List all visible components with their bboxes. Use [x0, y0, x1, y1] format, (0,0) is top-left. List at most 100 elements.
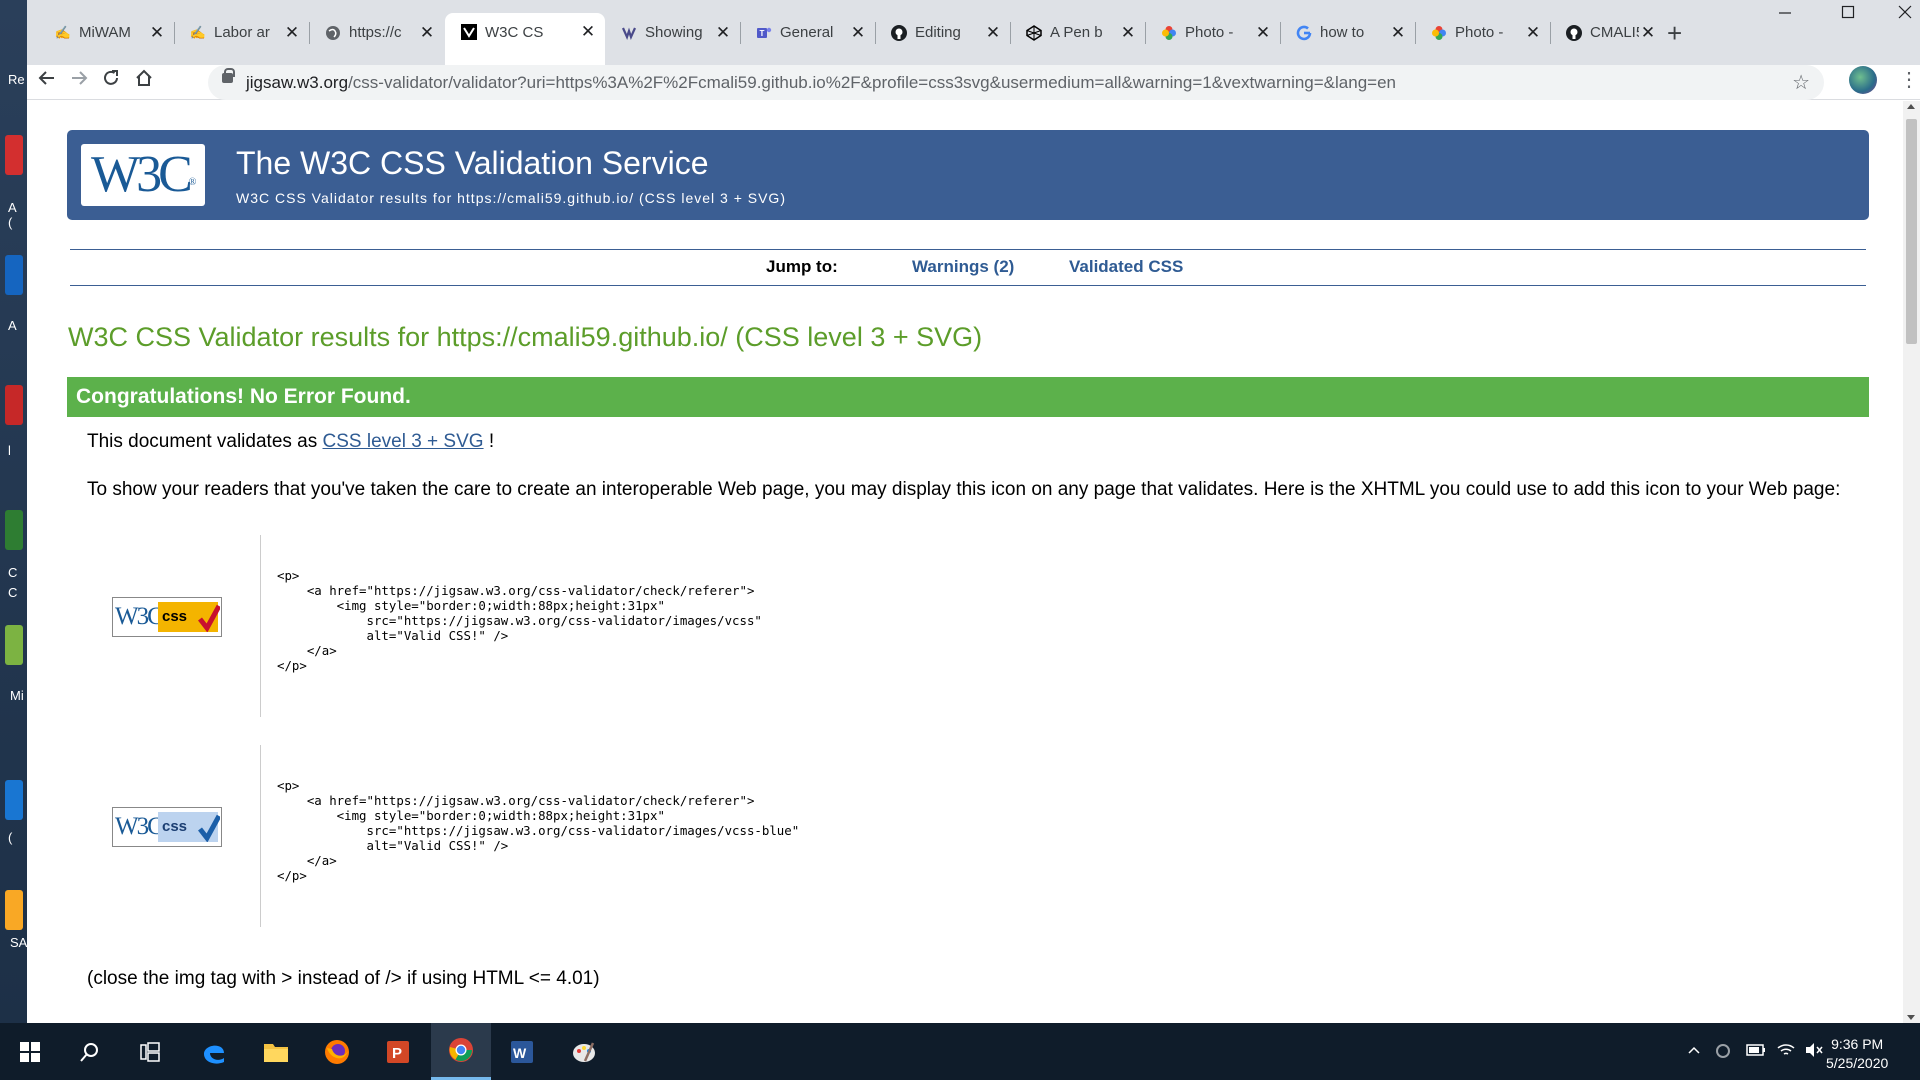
photos-icon — [1431, 25, 1447, 41]
show-hidden-icons-chevron[interactable] — [1686, 1042, 1702, 1063]
page-scrollbar[interactable] — [1903, 101, 1920, 1023]
bookmark-star-icon[interactable]: ☆ — [1792, 70, 1810, 95]
scroll-down-arrow[interactable] — [1907, 1015, 1915, 1020]
back-button[interactable] — [37, 68, 57, 94]
google-icon — [1296, 25, 1312, 41]
close-icon[interactable]: ✕ — [148, 23, 166, 43]
desktop-icon-1[interactable] — [5, 135, 23, 175]
close-icon[interactable]: ✕ — [1254, 23, 1272, 43]
lock-icon[interactable] — [222, 68, 235, 83]
close-icon[interactable]: ✕ — [714, 23, 732, 43]
tab-title: CMALI5 — [1590, 24, 1639, 41]
close-icon[interactable]: ✕ — [1639, 23, 1657, 43]
close-window-button[interactable] — [1897, 4, 1913, 25]
wifi-icon[interactable] — [1776, 1042, 1796, 1063]
forward-button[interactable] — [69, 68, 89, 94]
close-icon[interactable]: ✕ — [1389, 23, 1407, 43]
address-bar[interactable]: jigsaw.w3.org/css-validator/validator?ur… — [208, 65, 1824, 100]
windows-start-icon[interactable] — [0, 1023, 60, 1080]
tab-photo-2[interactable]: Photo - ✕ — [1415, 15, 1550, 50]
badge-w3c-text: W3C — [115, 813, 164, 840]
jump-warnings-link[interactable]: Warnings (2) — [912, 257, 1014, 277]
tab-title: W3C CS — [485, 23, 544, 41]
firefox-icon[interactable] — [307, 1023, 367, 1080]
tab-miwam[interactable]: ✍ MiWAM ✕ — [39, 15, 174, 50]
desktop-icon-7[interactable] — [5, 890, 23, 930]
hand-icon: ✍ — [54, 24, 72, 40]
close-icon[interactable]: ✕ — [418, 23, 436, 43]
badge-row-gold: W3C css <p> <a href="https://jigsaw.w3.o… — [87, 535, 1687, 717]
desktop-label: ( — [8, 830, 13, 845]
tab-general[interactable]: T General ✕ — [740, 15, 875, 50]
maximize-button[interactable] — [1840, 4, 1856, 25]
url-host: jigsaw.w3.org — [246, 73, 349, 92]
desktop-icon-5[interactable] — [5, 625, 23, 665]
desktop-icon-6[interactable] — [5, 780, 23, 820]
close-icon[interactable]: ✕ — [579, 22, 597, 42]
jump-validated-css-link[interactable]: Validated CSS — [1069, 257, 1183, 277]
clock-time: 9:36 PM — [1831, 1036, 1884, 1052]
badge-code-snippet: <p> <a href="https://jigsaw.w3.org/css-v… — [260, 535, 1560, 717]
browser-menu-icon[interactable]: ⋮ — [1899, 67, 1919, 92]
word-icon[interactable]: W — [492, 1023, 552, 1080]
clock-date: 5/25/2020 — [1826, 1055, 1889, 1071]
registered-mark: ® — [188, 177, 197, 188]
desktop-label: C — [8, 565, 18, 580]
tab-codepen[interactable]: A Pen b ✕ — [1010, 15, 1145, 50]
volume-muted-icon[interactable] — [1804, 1042, 1824, 1063]
paint-icon[interactable] — [554, 1023, 614, 1080]
tab-title: https://c — [349, 24, 402, 41]
close-icon[interactable]: ✕ — [1119, 23, 1137, 43]
home-button[interactable] — [134, 68, 154, 94]
results-heading: W3C CSS Validator results for https://cm… — [68, 322, 983, 352]
desktop-icon-4[interactable] — [5, 510, 23, 550]
tab-https[interactable]: https://c ✕ — [309, 15, 444, 50]
valid-css-blue-badge[interactable]: W3C css — [112, 807, 222, 847]
minimize-button[interactable] — [1777, 4, 1793, 25]
edge-icon[interactable] — [184, 1023, 244, 1080]
task-view-icon[interactable] — [120, 1023, 180, 1080]
sync-status-icon[interactable] — [1714, 1042, 1732, 1065]
desktop-icon-3[interactable] — [5, 385, 23, 425]
windows-taskbar: P W 9:36 PM 5/25/2020 — [0, 1023, 1920, 1080]
battery-icon[interactable] — [1746, 1042, 1766, 1063]
scrollbar-thumb[interactable] — [1906, 119, 1917, 344]
desktop-icon-2[interactable] — [5, 255, 23, 295]
valid-css-badge[interactable]: W3C css — [112, 597, 222, 637]
chrome-icon[interactable] — [431, 1023, 491, 1080]
address-bar-url: jigsaw.w3.org/css-validator/validator?ur… — [246, 73, 1396, 93]
success-banner: Congratulations! No Error Found. — [67, 377, 1869, 417]
close-icon[interactable]: ✕ — [984, 23, 1002, 43]
codepen-icon — [1026, 24, 1042, 41]
desktop-label: Re — [8, 72, 25, 87]
jump-nav: Jump to: Warnings (2) Validated CSS — [70, 249, 1866, 286]
new-tab-button[interactable]: + — [1667, 18, 1682, 49]
tab-labor[interactable]: ✍ Labor ar ✕ — [174, 15, 309, 50]
reload-button[interactable] — [101, 68, 121, 94]
close-icon[interactable]: ✕ — [283, 23, 301, 43]
search-icon[interactable] — [60, 1023, 120, 1080]
tab-showing[interactable]: Showing ✕ — [605, 15, 740, 50]
w3c-icon — [461, 24, 477, 40]
file-explorer-icon[interactable] — [246, 1023, 306, 1080]
close-icon[interactable]: ✕ — [1524, 23, 1542, 43]
tab-cmali[interactable]: CMALI5 ✕ — [1550, 15, 1665, 50]
scroll-up-arrow[interactable] — [1907, 104, 1915, 109]
desktop-label: A — [8, 200, 17, 215]
badge-instructions: To show your readers that you've taken t… — [87, 479, 1841, 500]
tab-w3c-css-active[interactable]: W3C CS ✕ — [445, 13, 605, 65]
chrome-window: ✍ MiWAM ✕ ✍ Labor ar ✕ https://c ✕ W3C C… — [27, 0, 1920, 1023]
system-clock[interactable]: 9:36 PM 5/25/2020 — [1826, 1035, 1888, 1073]
profile-avatar[interactable] — [1849, 66, 1877, 94]
close-icon[interactable]: ✕ — [849, 23, 867, 43]
css-level-link[interactable]: CSS level 3 + SVG — [323, 431, 484, 452]
validates-line: This document validates as CSS level 3 +… — [87, 431, 494, 453]
validates-prefix: This document validates as — [87, 431, 323, 452]
tab-editing[interactable]: Editing ✕ — [875, 15, 1010, 50]
page-title[interactable]: The W3C CSS Validation Service — [236, 145, 708, 182]
powerpoint-icon[interactable]: P — [368, 1023, 428, 1080]
w3c-logo[interactable]: W3C® — [81, 144, 205, 206]
tab-photo-1[interactable]: Photo - ✕ — [1145, 15, 1280, 50]
tab-how-to[interactable]: how to ✕ — [1280, 15, 1415, 50]
header-banner: W3C® The W3C CSS Validation Service W3C … — [67, 130, 1869, 220]
